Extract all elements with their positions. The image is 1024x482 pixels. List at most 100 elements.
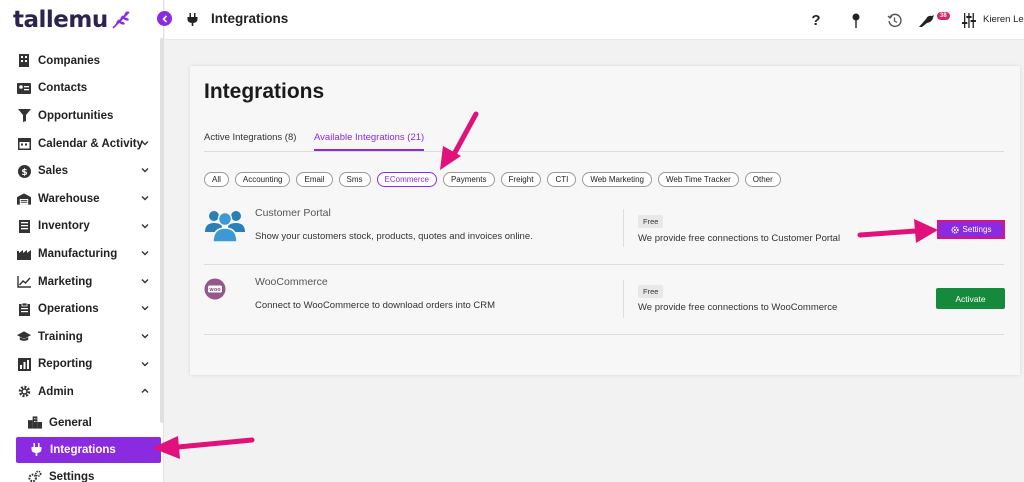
filter-freight[interactable]: Freight	[500, 172, 542, 187]
collapse-sidebar-button[interactable]	[157, 11, 172, 26]
users-icon	[205, 211, 245, 243]
notification-count-badge: 38	[937, 12, 950, 20]
sidebar-item-label: General	[49, 416, 92, 429]
filter-web-marketing[interactable]: Web Marketing	[582, 172, 652, 187]
woocommerce-icon: woo	[204, 278, 226, 300]
price-description: We provide free connections to Customer …	[638, 233, 841, 244]
sidebar-item-opportunities[interactable]: Opportunities	[0, 102, 160, 130]
sidebar-item-contacts[interactable]: Contacts	[0, 75, 160, 103]
filter-other[interactable]: Other	[744, 172, 781, 187]
sidebar-item-label: Marketing	[38, 275, 93, 288]
help-icon[interactable]: ?	[807, 11, 825, 29]
sidebar-item-label: Contacts	[38, 82, 88, 95]
sidebar-item-label: Sales	[38, 165, 69, 178]
sidebar-item-admin[interactable]: Admin	[0, 378, 160, 406]
row-divider	[623, 209, 624, 247]
filter-ecommerce[interactable]: ECommerce	[376, 172, 437, 187]
sidebar-item-companies[interactable]: Companies	[0, 47, 160, 75]
settings-button-label: Settings	[962, 225, 992, 234]
sidebar-item-label: Inventory	[38, 220, 90, 233]
history-icon[interactable]	[885, 11, 903, 29]
chevron-down-icon[interactable]	[140, 359, 150, 369]
settings-button[interactable]: Settings	[937, 220, 1005, 239]
chevron-down-icon[interactable]	[140, 276, 150, 286]
chevron-left-icon	[161, 14, 167, 23]
sliders-icon[interactable]	[960, 11, 978, 29]
bird-notification-icon[interactable]	[917, 11, 935, 29]
page-title: Integrations	[211, 11, 289, 26]
svg-text:$: $	[21, 168, 27, 178]
tab-active-integrations[interactable]: Active Integrations (8)	[204, 132, 296, 149]
sidebar-item-inventory[interactable]: Inventory	[0, 213, 160, 241]
sidebar-item-warehouse[interactable]: Warehouse	[0, 185, 160, 213]
row-divider	[623, 280, 624, 318]
topbar: Integrations ? 38 Kieren Le C	[165, 0, 1024, 40]
chevron-down-icon[interactable]	[140, 248, 150, 258]
sidebar-scrollbar[interactable]	[160, 38, 164, 423]
sidebar-item-sales[interactable]: $ Sales	[0, 157, 160, 185]
sidebar-item-label: Opportunities	[38, 109, 114, 122]
cogs-icon	[28, 470, 42, 482]
annotation-arrow-integrations	[152, 436, 255, 459]
integration-tabs: Active Integrations (8) Available Integr…	[204, 132, 1004, 152]
gear-icon	[950, 225, 959, 234]
user-name[interactable]: Kieren Le C	[983, 14, 1024, 25]
chevron-down-icon[interactable]	[140, 165, 150, 175]
sidebar-item-label: Settings	[49, 470, 95, 482]
leaf-icon	[112, 11, 130, 29]
dollar-icon: $	[17, 164, 31, 178]
filter-web-time-tracker[interactable]: Web Time Tracker	[657, 172, 739, 187]
sidebar-item-label: Warehouse	[38, 192, 100, 205]
sidebar-item-label: Companies	[38, 54, 100, 67]
chevron-down-icon[interactable]	[140, 331, 150, 341]
integration-name: Customer Portal	[255, 207, 331, 219]
filter-sms[interactable]: Sms	[338, 172, 371, 187]
activate-button[interactable]: Activate	[936, 288, 1005, 309]
chevron-down-icon[interactable]	[140, 193, 150, 203]
chevron-down-icon[interactable]	[140, 303, 150, 313]
sidebar-item-label: Admin	[38, 385, 74, 398]
calendar-icon	[17, 137, 31, 151]
gear-icon	[17, 385, 31, 399]
sidebar-item-label: Calendar & Activity	[38, 137, 144, 150]
sidebar-item-training[interactable]: Training	[0, 323, 160, 351]
card-title: Integrations	[204, 80, 325, 103]
filter-payments[interactable]: Payments	[442, 172, 495, 187]
filter-cti[interactable]: CTI	[547, 172, 577, 187]
price-tag: Free	[638, 285, 664, 298]
sidebar-subitem-integrations[interactable]: Integrations	[16, 436, 161, 463]
sidebar-nav: Companies Contacts Opportunities Calenda…	[0, 47, 161, 482]
contact-card-icon	[17, 81, 31, 95]
logo-text: tallemu	[13, 7, 108, 33]
integration-row: Customer Portal Show your customers stoc…	[204, 196, 1005, 265]
sidebar-item-calendar[interactable]: Calendar & Activity	[0, 130, 160, 158]
warehouse-icon	[17, 192, 31, 206]
price-tag: Free	[638, 215, 664, 228]
sidebar-item-manufacturing[interactable]: Manufacturing	[0, 240, 160, 268]
sidebar-item-label: Integrations	[50, 443, 116, 456]
sidebar-subitem-general[interactable]: General	[0, 410, 160, 436]
sidebar-item-marketing[interactable]: Marketing	[0, 268, 160, 296]
sidebar-item-label: Manufacturing	[38, 247, 118, 260]
integration-description: Show your customers stock, products, quo…	[255, 231, 533, 242]
plug-icon	[29, 443, 43, 457]
price-description: We provide free connections to WooCommer…	[638, 302, 838, 313]
funnel-icon	[17, 109, 31, 123]
sidebar-item-operations[interactable]: Operations	[0, 295, 160, 323]
graduation-cap-icon	[17, 330, 31, 344]
sidebar-item-reporting[interactable]: Reporting	[0, 351, 160, 379]
chevron-up-icon[interactable]	[140, 386, 150, 396]
factory-icon	[17, 247, 31, 261]
filter-accounting[interactable]: Accounting	[234, 172, 291, 187]
sidebar-subitem-settings[interactable]: Settings	[0, 464, 160, 482]
city-icon	[28, 416, 42, 430]
pin-icon[interactable]	[847, 11, 865, 29]
integrations-card: Integrations Active Integrations (8) Ava…	[190, 66, 1020, 375]
chevron-down-icon[interactable]	[140, 138, 150, 148]
chevron-down-icon[interactable]	[140, 221, 150, 231]
tab-available-integrations[interactable]: Available Integrations (21)	[314, 132, 425, 151]
logo[interactable]: tallemu	[13, 5, 132, 35]
filter-all[interactable]: All	[204, 172, 229, 187]
filter-email[interactable]: Email	[296, 172, 333, 187]
woo-logo-text: woo	[209, 287, 221, 293]
